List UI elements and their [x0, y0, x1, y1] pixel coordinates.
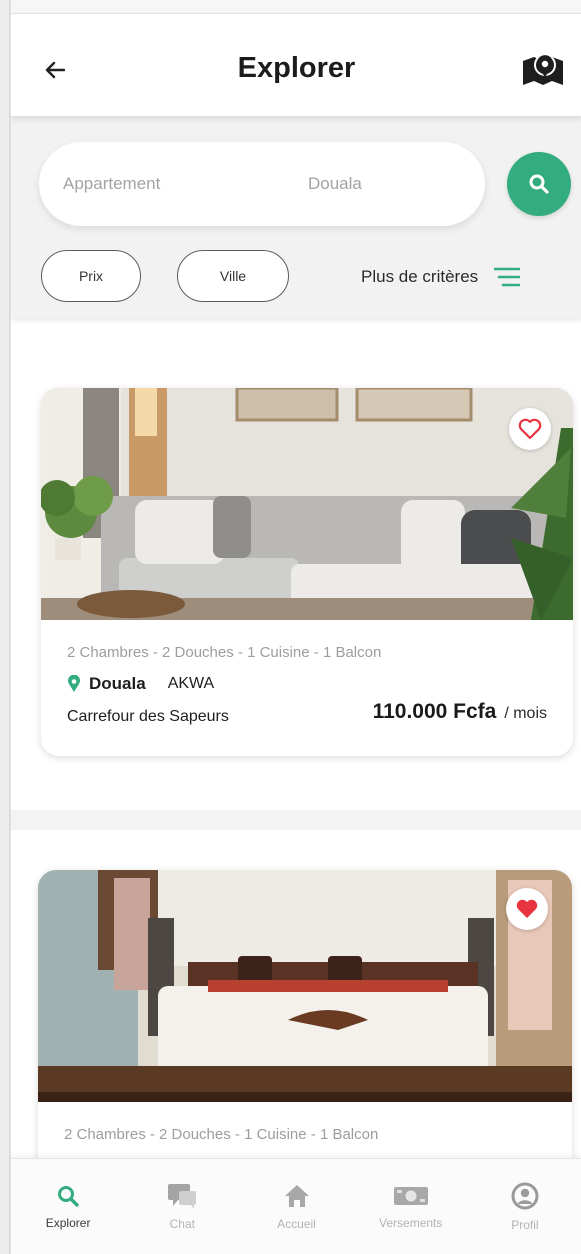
nav-profile[interactable]: Profil [468, 1159, 581, 1254]
filter-lines-icon [494, 267, 521, 287]
location-pin-icon [68, 675, 80, 692]
left-edge-strip [0, 0, 10, 1254]
search-button[interactable] [507, 152, 571, 216]
bottom-navigation: Explorer Chat Accueil Versements Profil [11, 1158, 581, 1254]
property-type-input[interactable] [39, 142, 284, 226]
banknote-icon [393, 1186, 428, 1205]
listing-features: 2 Chambres - 2 Douches - 1 Cuisine - 1 B… [67, 644, 382, 661]
listing-district: AKWA [167, 675, 215, 692]
nav-label: Chat [169, 1216, 195, 1231]
chat-icon [168, 1183, 197, 1209]
app-header: Explorer [11, 14, 581, 116]
map-pin-icon [523, 54, 563, 85]
nav-label: Explorer [45, 1215, 91, 1230]
listing-photo-bedroom [38, 870, 572, 1102]
search-icon [529, 174, 549, 194]
listing-photo-living-room [41, 388, 573, 620]
city-input[interactable] [284, 142, 529, 226]
nav-explorer[interactable]: Explorer [11, 1159, 125, 1254]
listing-street: Carrefour des Sapeurs [67, 708, 229, 725]
more-criteria-button[interactable]: Plus de critères [361, 260, 521, 294]
listings-feed[interactable]: 2 Chambres - 2 Douches - 1 Cuisine - 1 B… [11, 318, 581, 1254]
listing-city: Douala [89, 674, 146, 693]
listing-location: Douala AKWA [67, 674, 214, 694]
app-screen: Explorer Prix Ville Plus de critères [10, 0, 581, 1254]
page-title: Explorer [237, 52, 356, 84]
search-icon [58, 1185, 79, 1207]
filter-panel: Prix Ville Plus de critères [11, 116, 581, 318]
heart-outline-icon [518, 418, 542, 440]
home-icon [284, 1184, 309, 1207]
nav-label: Versements [379, 1215, 443, 1230]
favorite-button[interactable] [506, 888, 548, 930]
heart-filled-icon [516, 899, 538, 918]
more-criteria-label: Plus de critères [361, 267, 479, 286]
favorite-button[interactable] [509, 408, 551, 450]
map-view-button[interactable] [519, 50, 567, 90]
listing-price-row: 110.000 Fcfa / mois [373, 700, 547, 724]
user-icon [511, 1182, 539, 1209]
nav-home[interactable]: Accueil [239, 1159, 353, 1254]
search-bar [39, 142, 529, 226]
listing-card[interactable]: 2 Chambres - 2 Douches - 1 Cuisine - 1 B… [38, 870, 572, 1190]
nav-chat[interactable]: Chat [125, 1159, 239, 1254]
price-period: / mois [504, 705, 547, 722]
listing-card[interactable]: 2 Chambres - 2 Douches - 1 Cuisine - 1 B… [41, 388, 573, 756]
price-filter-chip[interactable]: Prix [41, 250, 141, 302]
city-filter-chip[interactable]: Ville [177, 250, 289, 302]
nav-label: Accueil [277, 1216, 316, 1231]
status-area [11, 0, 581, 14]
listing-price: 110.000 Fcfa [372, 700, 497, 723]
nav-payments[interactable]: Versements [354, 1159, 468, 1254]
nav-label: Profil [511, 1217, 539, 1232]
listing-features: 2 Chambres - 2 Douches - 1 Cuisine - 1 B… [64, 1126, 379, 1143]
